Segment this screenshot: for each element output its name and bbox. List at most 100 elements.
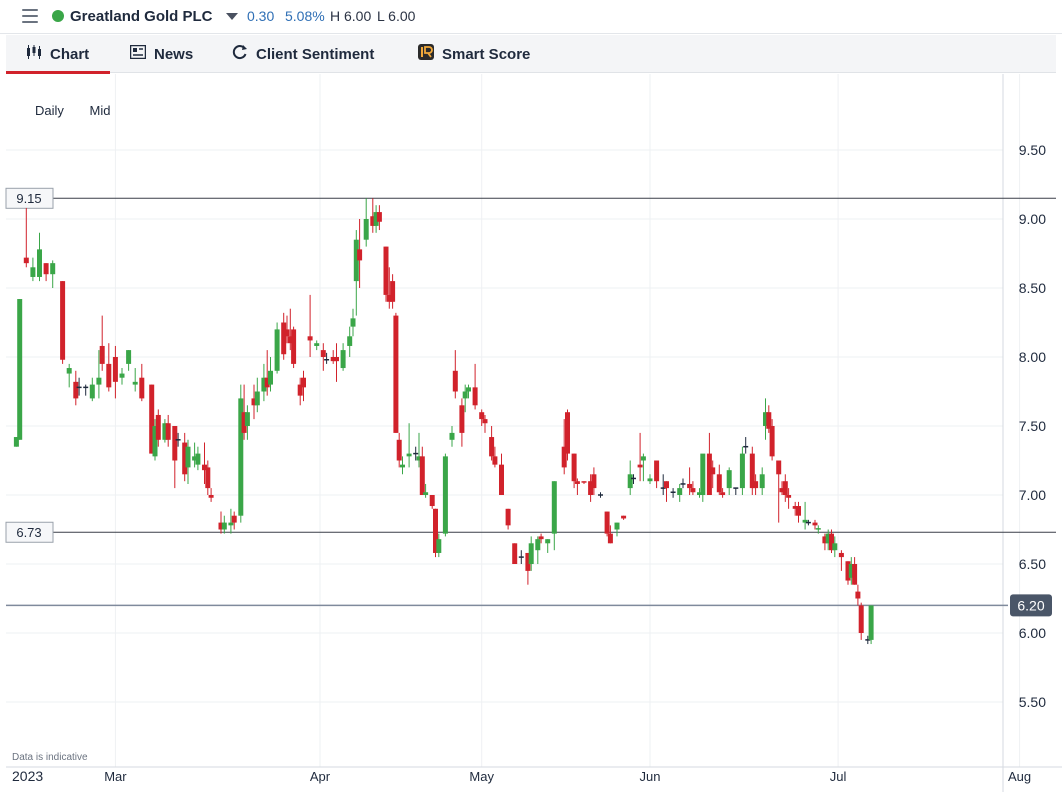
price-type-selector[interactable]: Mid [90,103,111,118]
y-tick-label: 6.00 [1019,625,1046,641]
candle-body [23,257,29,264]
candle-body [357,249,363,261]
candle-body [30,267,36,277]
candle-body [254,391,260,406]
candle [429,495,435,509]
candle [314,340,320,351]
candle [99,315,105,371]
candle-body [604,511,610,534]
candle-body [637,464,643,468]
candle [66,363,72,388]
candle [119,368,125,385]
candle [489,426,495,461]
candle [419,446,425,495]
candle [172,426,178,489]
candle-body [868,605,874,640]
candle-body [307,336,313,341]
candle [512,543,518,564]
candle-body [119,373,125,378]
candle-body [664,481,669,489]
y-tick-label: 5.50 [1019,694,1046,710]
tab-smart-score[interactable]: Smart Score [418,35,530,73]
candle [733,487,739,495]
x-axis: 2023MarAprMayJunJulAugSep [12,768,1031,784]
candle [112,345,118,399]
x-tick-label: May [469,769,494,784]
candle [518,550,524,564]
candle [320,343,326,371]
candle-body [442,456,448,534]
candle [442,453,448,537]
candle-body [782,481,788,495]
interval-selector[interactable]: Daily [35,103,64,118]
candle-body [274,329,280,371]
candle-body [776,460,782,475]
candle-body [429,495,435,507]
candle [680,478,686,489]
candle-body [268,370,273,385]
x-tick-label: Jun [640,769,661,784]
candle-body [106,363,112,388]
tab-bar: Chart News Client Sentiment Smart Score [6,35,1056,74]
tab-client-sentiment[interactable]: Client Sentiment [232,35,374,73]
candle [393,312,399,433]
candle [565,409,570,461]
candle [670,488,676,498]
y-axis: 9.50 9.00 8.50 8.00 7.50 7.00 6.50 6.00 5.50 6.20 [1010,142,1052,710]
candle [218,511,224,534]
candle-body [640,456,646,461]
candle [50,260,56,288]
candle-body [291,329,297,364]
candle-body [396,439,402,461]
candle-body [581,481,587,483]
candle-body [449,432,455,440]
candle-body [716,474,722,493]
candle-body [452,370,458,392]
candle-body [565,412,570,454]
candle-body [627,474,633,489]
candle [472,363,478,410]
candle-body [479,412,485,420]
candle-body [126,350,132,364]
candle [106,343,112,392]
candle-body [466,387,471,392]
current-price-label: 6.20 [1017,597,1044,613]
candle-body [462,391,468,399]
candle [838,550,844,571]
candle [852,557,858,585]
candle-body [482,419,488,424]
candle-body [759,474,765,489]
candle-body [614,522,620,530]
candle-body [393,315,399,433]
tab-chart[interactable]: Chart [6,35,110,74]
candlestick-icon [26,45,42,63]
chevron-down-icon[interactable] [226,13,238,20]
candle [376,205,382,231]
candle-body [505,508,511,526]
candle [677,483,683,502]
menu-icon[interactable] [22,9,38,23]
candle-body [301,377,306,388]
candle-body [855,591,861,599]
candle [406,423,412,468]
candle [231,511,237,530]
candle [621,515,627,520]
candle [60,281,66,364]
instrument-name[interactable]: Greatland Gold PLC [70,8,213,25]
candle [726,467,732,495]
candle-body [786,495,792,498]
candle [706,432,712,495]
candle-body [155,414,161,440]
candle-body [390,281,396,302]
candle-body [647,478,653,482]
candle-body [492,456,498,465]
price-chart[interactable]: 9.15 6.73 9.50 9.00 8.50 8.00 7.50 7.00 6.50 6.0… [0,74,1062,792]
candle-body [132,381,138,385]
candle-body [607,533,613,544]
candle-body [208,495,214,498]
candle-body [37,249,42,277]
candle [363,198,369,247]
tab-news[interactable]: News [129,35,193,73]
candle-body [621,515,627,519]
candle [353,230,359,316]
